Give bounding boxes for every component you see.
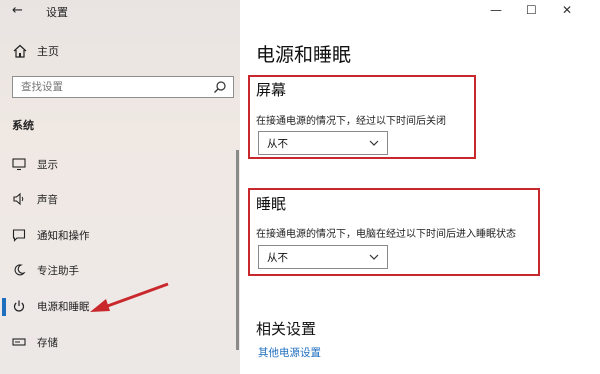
screen-description: 在接通电源的情况下，经过以下时间后关闭 — [256, 116, 446, 127]
sidebar-item-sound[interactable]: 声音 — [0, 188, 236, 210]
back-arrow-icon[interactable]: ← — [12, 3, 23, 18]
display-icon — [12, 157, 26, 171]
sidebar-item-label: 专注助手 — [37, 264, 79, 277]
minimize-button[interactable]: — — [490, 3, 502, 17]
sidebar-scrollbar[interactable] — [236, 150, 239, 350]
sleep-heading: 睡眠 — [256, 195, 287, 213]
sidebar-item-display[interactable]: 显示 — [0, 153, 236, 175]
chevron-down-icon — [369, 254, 379, 260]
search-box[interactable] — [12, 76, 234, 98]
power-icon — [12, 299, 26, 313]
select-value: 从不 — [267, 251, 288, 264]
sidebar-item-focus-assist[interactable]: 专注助手 — [0, 259, 236, 281]
screen-timeout-select[interactable]: 从不 — [258, 131, 388, 155]
sidebar-item-label: 声音 — [37, 193, 58, 206]
moon-icon — [12, 263, 26, 277]
title-bar-left: ← 设置 — [0, 0, 240, 22]
sidebar-item-notifications[interactable]: 通知和操作 — [0, 224, 236, 246]
home-link[interactable]: 主页 — [12, 43, 59, 59]
annotation-arrow — [90, 282, 169, 312]
app-title: 设置 — [46, 6, 68, 19]
sleep-description: 在接通电源的情况下，电脑在经过以下时间后进入睡眠状态 — [256, 229, 516, 240]
maximize-button[interactable]: ☐ — [526, 3, 537, 17]
sleep-timeout-select[interactable]: 从不 — [258, 245, 388, 269]
storage-icon — [12, 335, 26, 349]
sidebar-item-label: 通知和操作 — [37, 229, 90, 242]
section-label-system: 系统 — [12, 119, 34, 132]
sidebar-item-label: 显示 — [37, 158, 58, 171]
speaker-icon — [12, 192, 26, 206]
chevron-down-icon — [369, 140, 379, 146]
select-value: 从不 — [267, 137, 288, 150]
additional-power-settings-link[interactable]: 其他电源设置 — [258, 345, 321, 360]
search-icon[interactable] — [213, 80, 227, 94]
related-settings-heading: 相关设置 — [256, 320, 317, 338]
search-input[interactable] — [21, 81, 201, 93]
home-icon — [13, 44, 27, 58]
sidebar-item-storage[interactable]: 存储 — [0, 331, 236, 353]
notification-icon — [12, 228, 26, 242]
sidebar-item-label: 存储 — [37, 336, 58, 349]
home-label: 主页 — [37, 45, 59, 58]
screen-heading: 屏幕 — [256, 81, 287, 99]
page-title: 电源和睡眠 — [256, 44, 352, 66]
active-indicator — [2, 298, 6, 316]
sidebar: ← 设置 主页 系统 显示 声音 通知和操作 — [0, 0, 240, 374]
close-button[interactable]: ✕ — [562, 3, 572, 17]
title-bar-controls: — ☐ ✕ — [480, 0, 600, 22]
